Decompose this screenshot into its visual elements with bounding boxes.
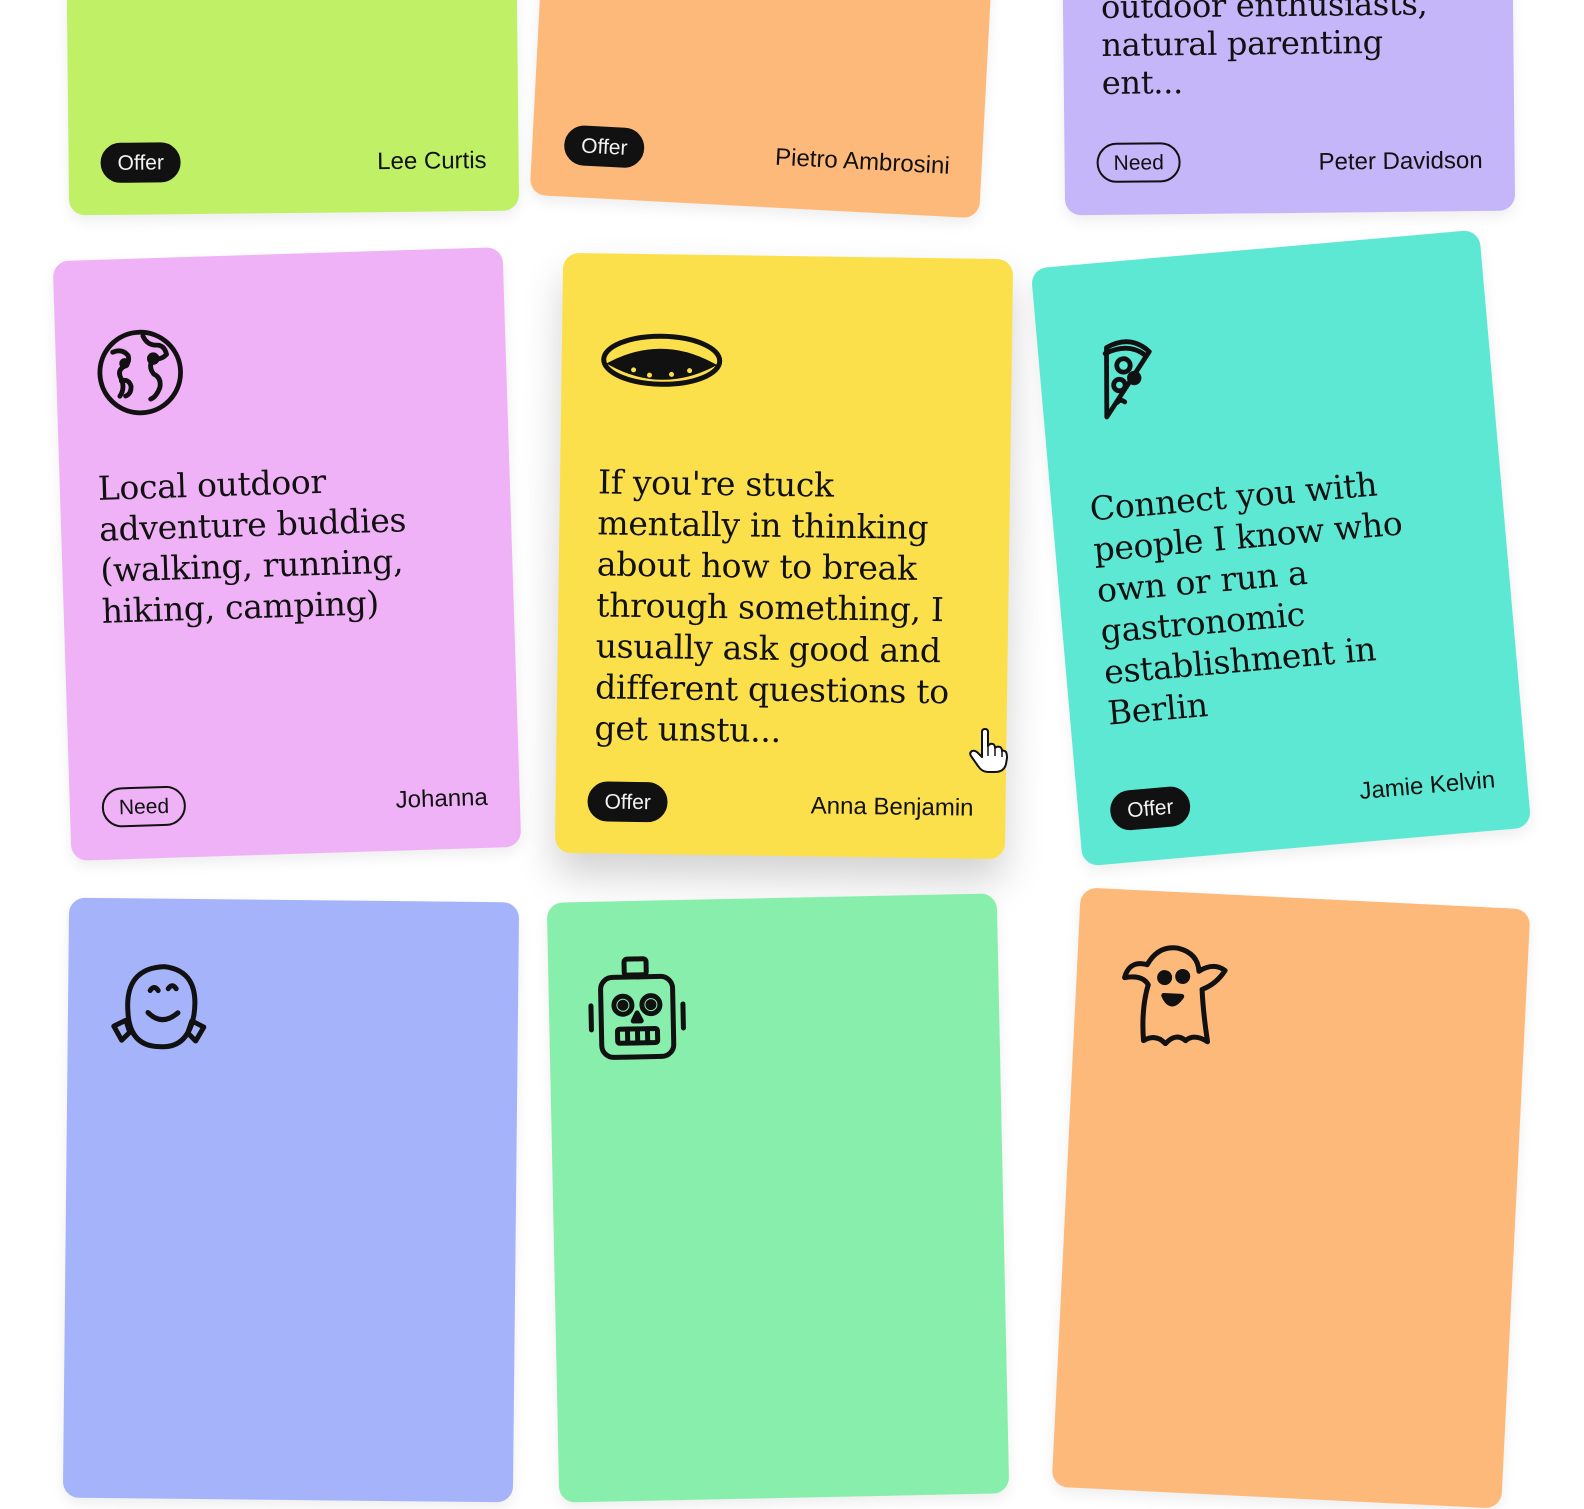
card-happy-face[interactable] bbox=[62, 897, 520, 1503]
card-author: Johanna bbox=[395, 783, 489, 814]
card-author: Peter Davidson bbox=[1318, 146, 1483, 176]
happy-face-icon bbox=[103, 956, 214, 1057]
hole-icon bbox=[597, 327, 726, 399]
card-author: Pietro Ambrosini bbox=[774, 143, 951, 180]
card-text: outdoor enthusiasts, natural parenting e… bbox=[1100, 0, 1428, 102]
offer-badge: Offer bbox=[1108, 784, 1193, 832]
ghost-icon bbox=[1109, 937, 1234, 1055]
need-badge: Need bbox=[101, 785, 187, 828]
offer-badge: Offer bbox=[587, 781, 669, 823]
need-badge: Need bbox=[1096, 142, 1182, 184]
offer-badge: Offer bbox=[563, 124, 646, 169]
card-author: Jamie Kelvin bbox=[1358, 766, 1497, 806]
card-lee-curtis[interactable]: Offer Lee Curtis bbox=[62, 0, 520, 216]
card-ghost[interactable] bbox=[1051, 887, 1531, 1509]
card-author: Anna Benjamin bbox=[810, 792, 974, 822]
pointer-hand-icon bbox=[968, 728, 1008, 774]
card-johanna[interactable]: Local outdoor adventure buddies (walking… bbox=[52, 247, 522, 861]
card-text: If you're stuck mentally in thinking abo… bbox=[594, 462, 950, 750]
robot-icon bbox=[584, 954, 690, 1066]
globe-icon bbox=[91, 323, 190, 422]
card-jamie-kelvin[interactable]: Connect you with people I know who own o… bbox=[1030, 229, 1532, 867]
card-author: Lee Curtis bbox=[377, 146, 487, 176]
card-peter-davidson[interactable]: outdoor enthusiasts, natural parenting e… bbox=[1058, 0, 1516, 216]
offer-badge: Offer bbox=[100, 142, 182, 184]
card-robot[interactable] bbox=[546, 893, 1010, 1503]
pizza-icon bbox=[1072, 323, 1176, 427]
card-pietro-ambrosini[interactable]: Offer Pietro Ambrosini bbox=[529, 0, 1011, 219]
card-anna-benjamin[interactable]: If you're stuck mentally in thinking abo… bbox=[554, 252, 1014, 860]
card-text: Connect you with people I know who own o… bbox=[1088, 464, 1404, 733]
card-text: Local outdoor adventure buddies (walking… bbox=[97, 461, 407, 631]
